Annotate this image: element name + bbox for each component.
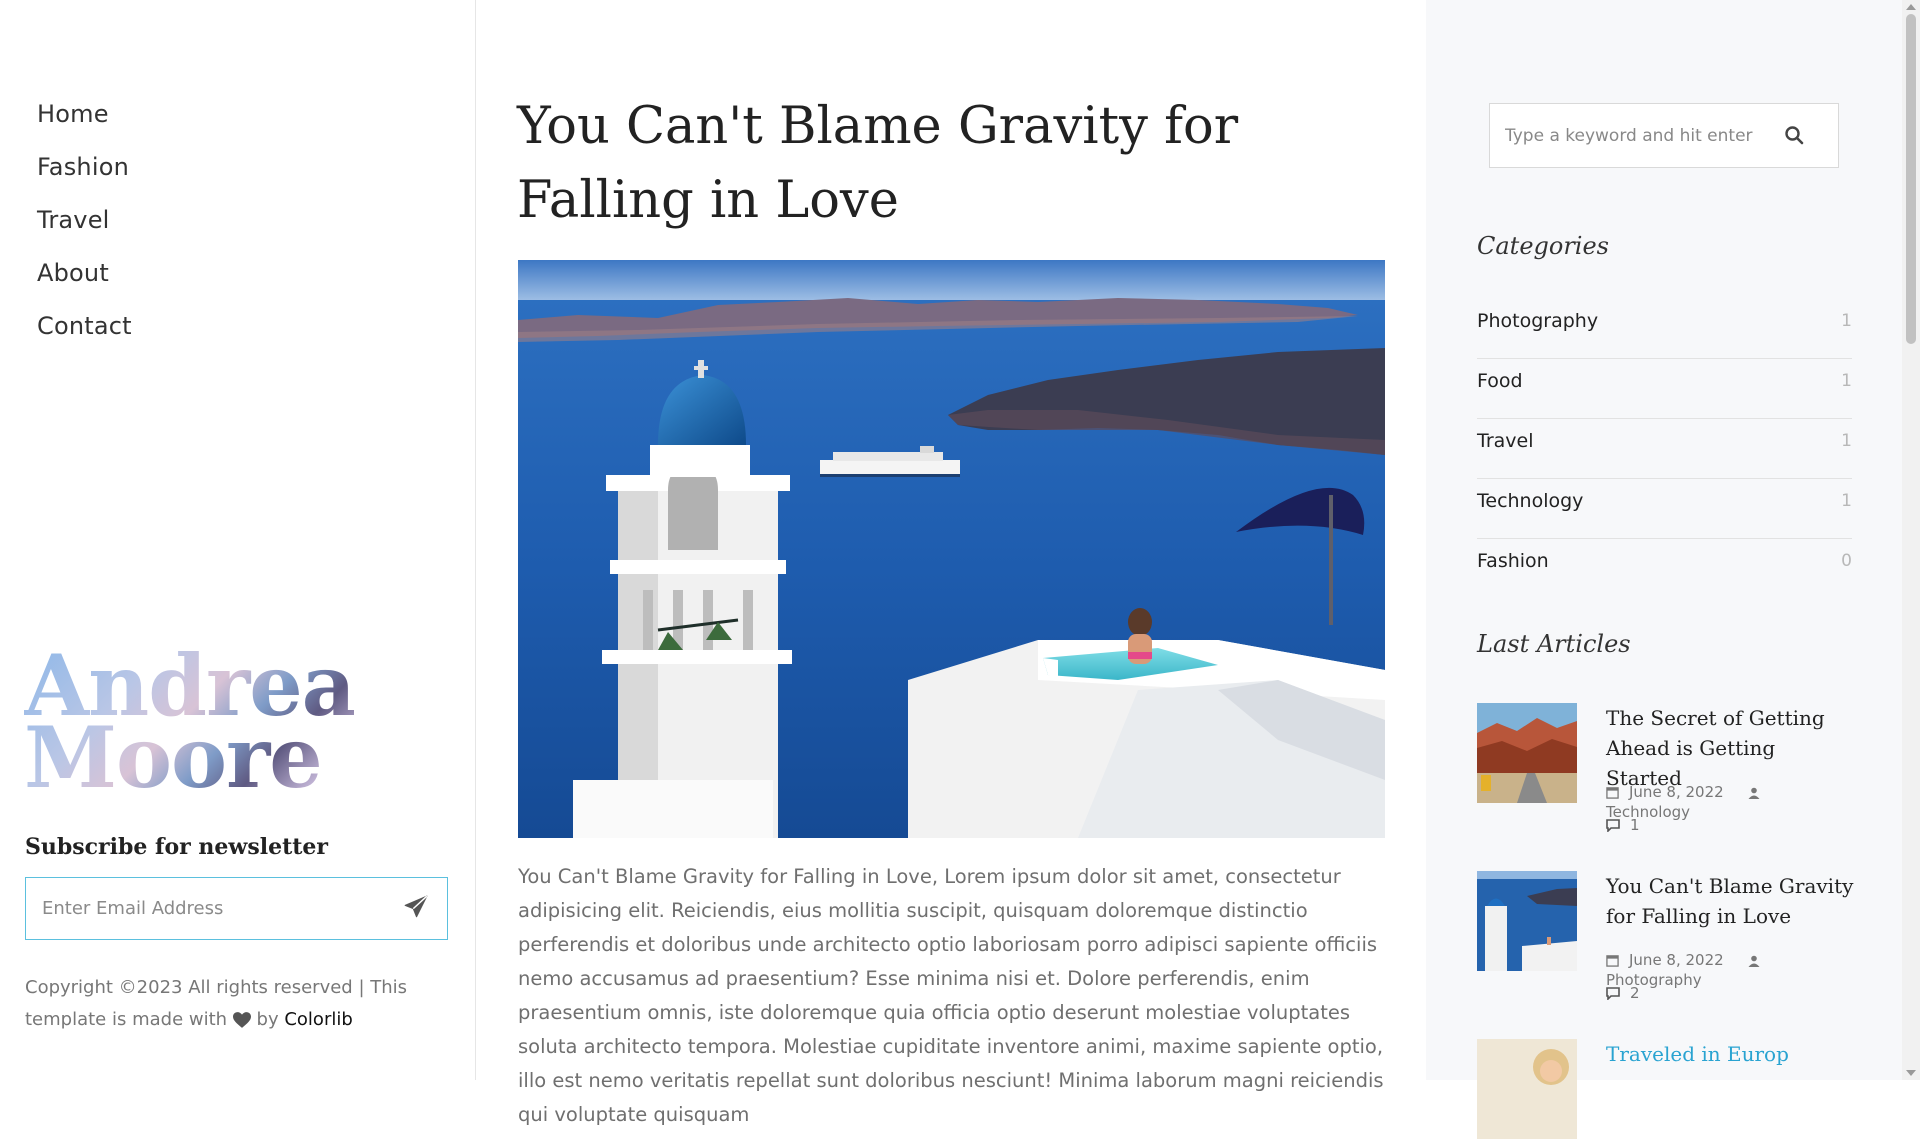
article-thumbnail[interactable]	[1477, 703, 1577, 803]
category-name[interactable]: Photography	[1477, 310, 1598, 332]
nav-item-travel: Travel	[37, 202, 132, 255]
post-body-text: You Can't Blame Gravity for Falling in L…	[518, 865, 1384, 1126]
category-item[interactable]: Photography 1	[1477, 300, 1852, 359]
article-date-text: June 8, 2022	[1629, 783, 1724, 801]
category-item[interactable]: Technology 1	[1477, 480, 1852, 539]
categories-heading: Categories	[1477, 232, 1609, 260]
article-date: June 8, 2022	[1606, 783, 1734, 801]
article-thumbnail[interactable]	[1477, 1039, 1577, 1139]
user-icon	[1748, 785, 1760, 803]
calendar-icon	[1606, 953, 1619, 971]
search-input[interactable]	[1490, 104, 1780, 167]
article-thumbnail[interactable]	[1477, 871, 1577, 971]
scroll-up-arrow-icon[interactable]	[1906, 4, 1916, 10]
main-content: You Can't Blame Gravity for Falling in L…	[476, 0, 1426, 1126]
category-name[interactable]: Travel	[1477, 430, 1533, 452]
copyright-text: Copyright ©2023 All rights reserved | Th…	[25, 972, 425, 1039]
user-icon	[1748, 953, 1760, 971]
newsletter-form	[25, 877, 448, 940]
search-icon[interactable]	[1784, 125, 1806, 147]
scroll-down-arrow-icon[interactable]	[1906, 1070, 1916, 1076]
article-title[interactable]: You Can't Blame Gravity for Falling in L…	[1606, 871, 1856, 931]
left-sidebar: Home Fashion Travel About Contact Andrea…	[0, 0, 476, 1080]
nav-link-contact[interactable]: Contact	[37, 312, 132, 340]
page-scrollbar[interactable]	[1902, 0, 1920, 1080]
nav-item-home: Home	[37, 96, 132, 149]
category-name[interactable]: Technology	[1477, 490, 1583, 512]
logo-line-last: Moore	[24, 708, 322, 807]
article-comments: 1	[1606, 816, 1866, 836]
nav-link-fashion[interactable]: Fashion	[37, 153, 129, 181]
article-comment-count: 2	[1630, 984, 1640, 1002]
category-count: 1	[1841, 371, 1852, 391]
heart-icon	[232, 1007, 251, 1039]
scrollbar-thumb[interactable]	[1906, 14, 1916, 344]
newsletter-title: Subscribe for newsletter	[25, 834, 329, 860]
nav-link-home[interactable]: Home	[37, 100, 109, 128]
category-count: 0	[1841, 551, 1852, 571]
colorlib-link[interactable]: Colorlib	[284, 1009, 352, 1030]
site-logo[interactable]: Andrea Moore	[24, 650, 354, 794]
nav-link-about[interactable]: About	[37, 259, 109, 287]
category-item[interactable]: Fashion 0	[1477, 540, 1852, 599]
nav-link-travel[interactable]: Travel	[37, 206, 110, 234]
category-count: 1	[1841, 431, 1852, 451]
category-item[interactable]: Food 1	[1477, 360, 1852, 419]
search-form	[1489, 103, 1839, 168]
last-articles-heading: Last Articles	[1477, 630, 1631, 658]
nav-item-contact: Contact	[37, 308, 132, 361]
calendar-icon	[1606, 785, 1619, 803]
category-name[interactable]: Food	[1477, 370, 1523, 392]
email-input[interactable]	[26, 878, 386, 939]
article-date: June 8, 2022	[1606, 951, 1734, 969]
category-item[interactable]: Travel 1	[1477, 420, 1852, 479]
category-count: 1	[1841, 311, 1852, 331]
nav-item-about: About	[37, 255, 132, 308]
post-hero-image	[518, 260, 1385, 838]
right-sidebar: Categories Photography 1 Food 1 Travel 1 Te…	[1426, 0, 1902, 1139]
category-name[interactable]: Fashion	[1477, 550, 1549, 572]
article-title[interactable]: The Secret of Getting Ahead is Getting S…	[1606, 703, 1856, 793]
main-nav: Home Fashion Travel About Contact	[37, 96, 132, 361]
post-title: You Can't Blame Gravity for Falling in L…	[517, 97, 1239, 230]
nav-item-fashion: Fashion	[37, 149, 132, 202]
comment-icon	[1606, 986, 1620, 1004]
article-date-text: June 8, 2022	[1629, 951, 1724, 969]
send-icon[interactable]	[403, 894, 433, 924]
article-comments: 2	[1606, 984, 1866, 1004]
comment-icon	[1606, 818, 1620, 836]
copyright-by: by	[256, 1009, 279, 1030]
article-comment-count: 1	[1630, 816, 1640, 834]
article-title[interactable]: Traveled in Europ	[1606, 1039, 1856, 1069]
categories-list: Photography 1 Food 1 Travel 1 Technology 1 F…	[1477, 300, 1852, 600]
category-count: 1	[1841, 491, 1852, 511]
